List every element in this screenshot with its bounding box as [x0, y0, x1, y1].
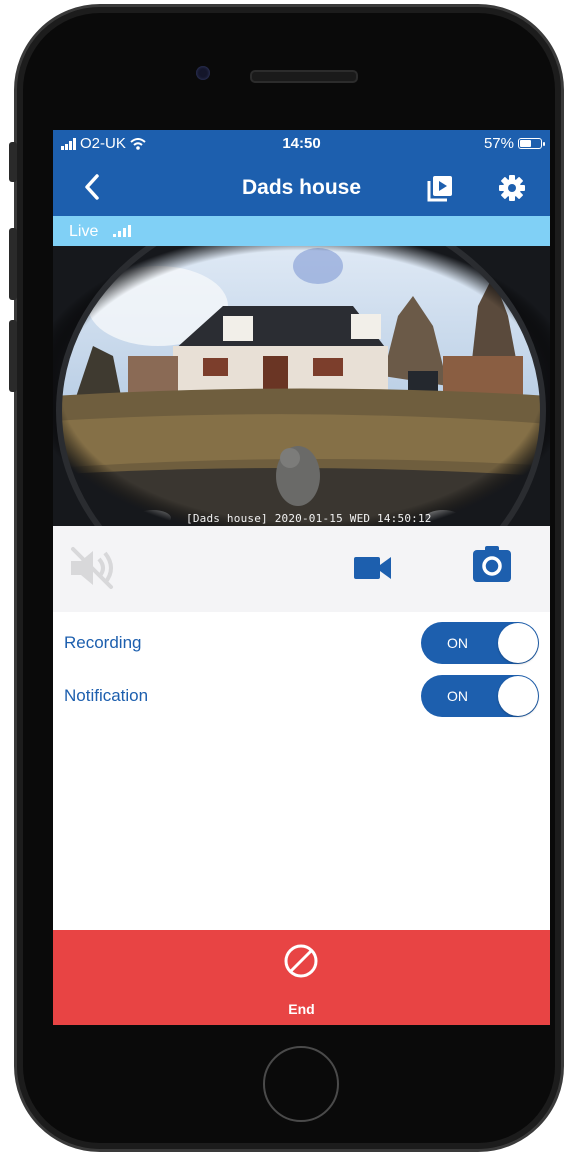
earpiece-speaker — [250, 70, 358, 83]
recording-label: Recording — [64, 633, 142, 652]
mute-switch — [9, 142, 17, 182]
recording-toggle-knob — [498, 623, 538, 663]
video-timestamp: [Dads house] 2020-01-15 WED 14:50:12 — [186, 512, 432, 525]
volume-up-button — [9, 228, 17, 300]
notification-setting-row: Notification ON — [53, 673, 550, 719]
volume-down-button — [9, 320, 17, 392]
snapshot-button[interactable] — [472, 544, 512, 584]
notification-label: Notification — [64, 686, 149, 705]
battery-level — [520, 140, 531, 147]
app-screen: O2-UK 14:50 57% Dads house Live [Dads ho… — [53, 130, 550, 1025]
recording-toggle-state: ON — [447, 635, 468, 651]
notification-toggle[interactable]: ON — [421, 675, 539, 717]
video-camera-icon — [354, 557, 391, 579]
nav-bar: Dads house — [53, 158, 550, 216]
battery-tip — [543, 142, 545, 146]
status-bar: O2-UK 14:50 57% — [53, 130, 550, 158]
record-button[interactable] — [353, 553, 393, 583]
recording-toggle[interactable]: ON — [421, 622, 539, 664]
status-right: 57% — [483, 135, 545, 152]
end-label: End — [288, 1001, 315, 1017]
home-button[interactable] — [263, 1046, 339, 1122]
speaker-muted-icon — [71, 547, 113, 589]
page-title: Dads house — [241, 176, 362, 199]
controls-bar — [53, 526, 550, 612]
signal-strength-icon — [113, 225, 131, 237]
notification-toggle-state: ON — [447, 688, 468, 704]
notification-toggle-knob — [498, 676, 538, 716]
video-frame — [53, 246, 550, 526]
live-status-bar: Live — [53, 216, 550, 246]
status-time: 14:50 — [282, 135, 321, 152]
recording-setting-row: Recording ON — [53, 620, 550, 666]
prohibited-icon — [284, 944, 318, 978]
front-camera — [196, 66, 210, 80]
camera-icon — [473, 546, 511, 582]
playlist-icon — [427, 176, 452, 202]
live-label: Live — [69, 223, 99, 240]
live-video-feed[interactable]: [Dads house] 2020-01-15 WED 14:50:12 — [53, 246, 550, 526]
battery-icon — [518, 138, 545, 149]
gear-icon — [499, 175, 525, 201]
end-call-button[interactable]: End — [53, 930, 550, 1025]
settings-button[interactable] — [497, 173, 527, 203]
battery-percentage: 57% — [483, 135, 514, 152]
playback-button[interactable] — [425, 173, 455, 203]
mute-button[interactable] — [65, 543, 119, 593]
